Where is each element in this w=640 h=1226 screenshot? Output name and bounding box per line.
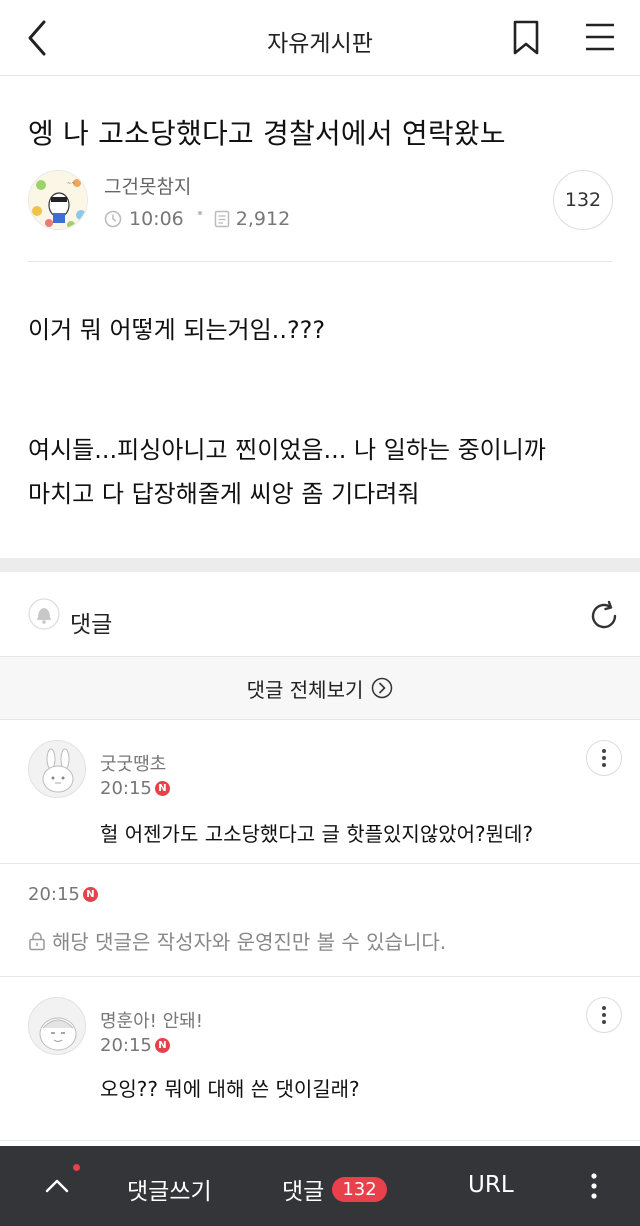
refresh-icon[interactable] (588, 600, 620, 632)
comment-divider (0, 1140, 640, 1141)
comment-item: 굿굿땡초 20:15 N 헐 어젠가도 고소당했다고 글 핫플있지않았어?뭔데? (0, 720, 640, 863)
hamburger-menu-icon[interactable] (584, 22, 616, 52)
view-count: 2,912 (235, 208, 291, 230)
comment-time: 20:15 N (100, 778, 170, 799)
lock-icon (29, 931, 45, 950)
post-time: 10:06 (129, 208, 184, 230)
private-comment-text: 해당 댓글은 작성자와 운영진만 볼 수 있습니다. (52, 930, 447, 954)
new-badge: N (82, 887, 98, 902)
commenter-avatar[interactable] (28, 740, 86, 798)
bottom-action-bar: 댓글쓰기 댓글 132 URL (0, 1146, 640, 1226)
comment-text: 헐 어젠가도 고소당했다고 글 핫플있지않았어?뭔데? (100, 822, 534, 846)
post-title: 엥 나 고소당했다고 경찰서에서 연락왔노 (28, 117, 506, 150)
clock-icon (104, 210, 122, 228)
avatar-illustration-icon: ~~ (29, 171, 87, 229)
circle-chevron-right-icon (372, 677, 393, 699)
post-body-line: 여시들...피싱아니고 찐이었음... 나 일하는 중이니까 (28, 436, 546, 464)
comments-label: 댓글 (70, 612, 113, 638)
write-comment-button[interactable]: 댓글쓰기 (127, 1172, 212, 1206)
view-all-label: 댓글 전체보기 (246, 677, 364, 702)
comments-header: 댓글 (0, 572, 640, 656)
comment-item-private: 20:15 N 해당 댓글은 작성자와 운영진만 볼 수 있습니다. (0, 864, 640, 976)
commenter-avatar[interactable] (28, 997, 86, 1055)
meta-separator (197, 211, 202, 215)
board-title: 자유게시판 (267, 31, 373, 57)
more-options-button[interactable] (586, 997, 622, 1033)
more-vertical-icon[interactable] (586, 1172, 602, 1200)
comment-time-text: 20:15 (100, 778, 152, 799)
notification-dot (73, 1164, 80, 1171)
rabbit-avatar-icon (42, 748, 74, 793)
post-body-line: 마치고 다 답장해줄게 씨앙 좀 기다려줘 (28, 480, 420, 508)
comments-button-label: 댓글 (282, 1179, 325, 1205)
chevron-up-icon[interactable] (44, 1176, 70, 1194)
view-all-comments-button[interactable]: 댓글 전체보기 (0, 656, 640, 720)
author-name[interactable]: 그건못참지 (104, 172, 191, 199)
svg-text:~~: ~~ (67, 181, 75, 187)
header-divider (28, 261, 612, 262)
comment-text: 오잉?? 뭐에 대해 쓴 댓이길래? (100, 1077, 360, 1101)
bookmark-icon[interactable] (512, 20, 540, 56)
more-options-button[interactable] (586, 740, 622, 776)
private-comment-notice: 해당 댓글은 작성자와 운영진만 볼 수 있습니다. (28, 926, 446, 955)
comment-count-button[interactable]: 132 (553, 170, 613, 230)
comments-button[interactable]: 댓글 132 (282, 1172, 387, 1206)
new-badge: N (154, 1038, 170, 1053)
character-avatar-icon (39, 1017, 77, 1051)
url-button[interactable]: URL (468, 1172, 514, 1198)
commenter-name[interactable]: 굿굿땡초 (100, 750, 166, 776)
section-divider (0, 558, 640, 572)
author-avatar[interactable]: ~~ (28, 170, 88, 230)
comment-count-badge: 132 (332, 1176, 387, 1202)
new-badge: N (154, 781, 170, 796)
commenter-name[interactable]: 명훈아! 안돼! (100, 1007, 203, 1033)
post-meta: 10:06 2,912 (104, 208, 290, 230)
view-count-icon (214, 210, 230, 228)
comment-item: 명훈아! 안돼! 20:15 N 오잉?? 뭐에 대해 쓴 댓이길래? (0, 977, 640, 1137)
post-body-line: 이거 뭐 어떻게 되는거임..??? (28, 316, 326, 344)
top-bar: 자유게시판 (0, 0, 640, 76)
comment-time-text: 20:15 (100, 1035, 152, 1056)
comment-time: 20:15 N (100, 1035, 170, 1056)
comment-time-text: 20:15 (28, 884, 80, 905)
bell-icon[interactable] (28, 598, 60, 630)
comment-time: 20:15 N (28, 884, 98, 905)
